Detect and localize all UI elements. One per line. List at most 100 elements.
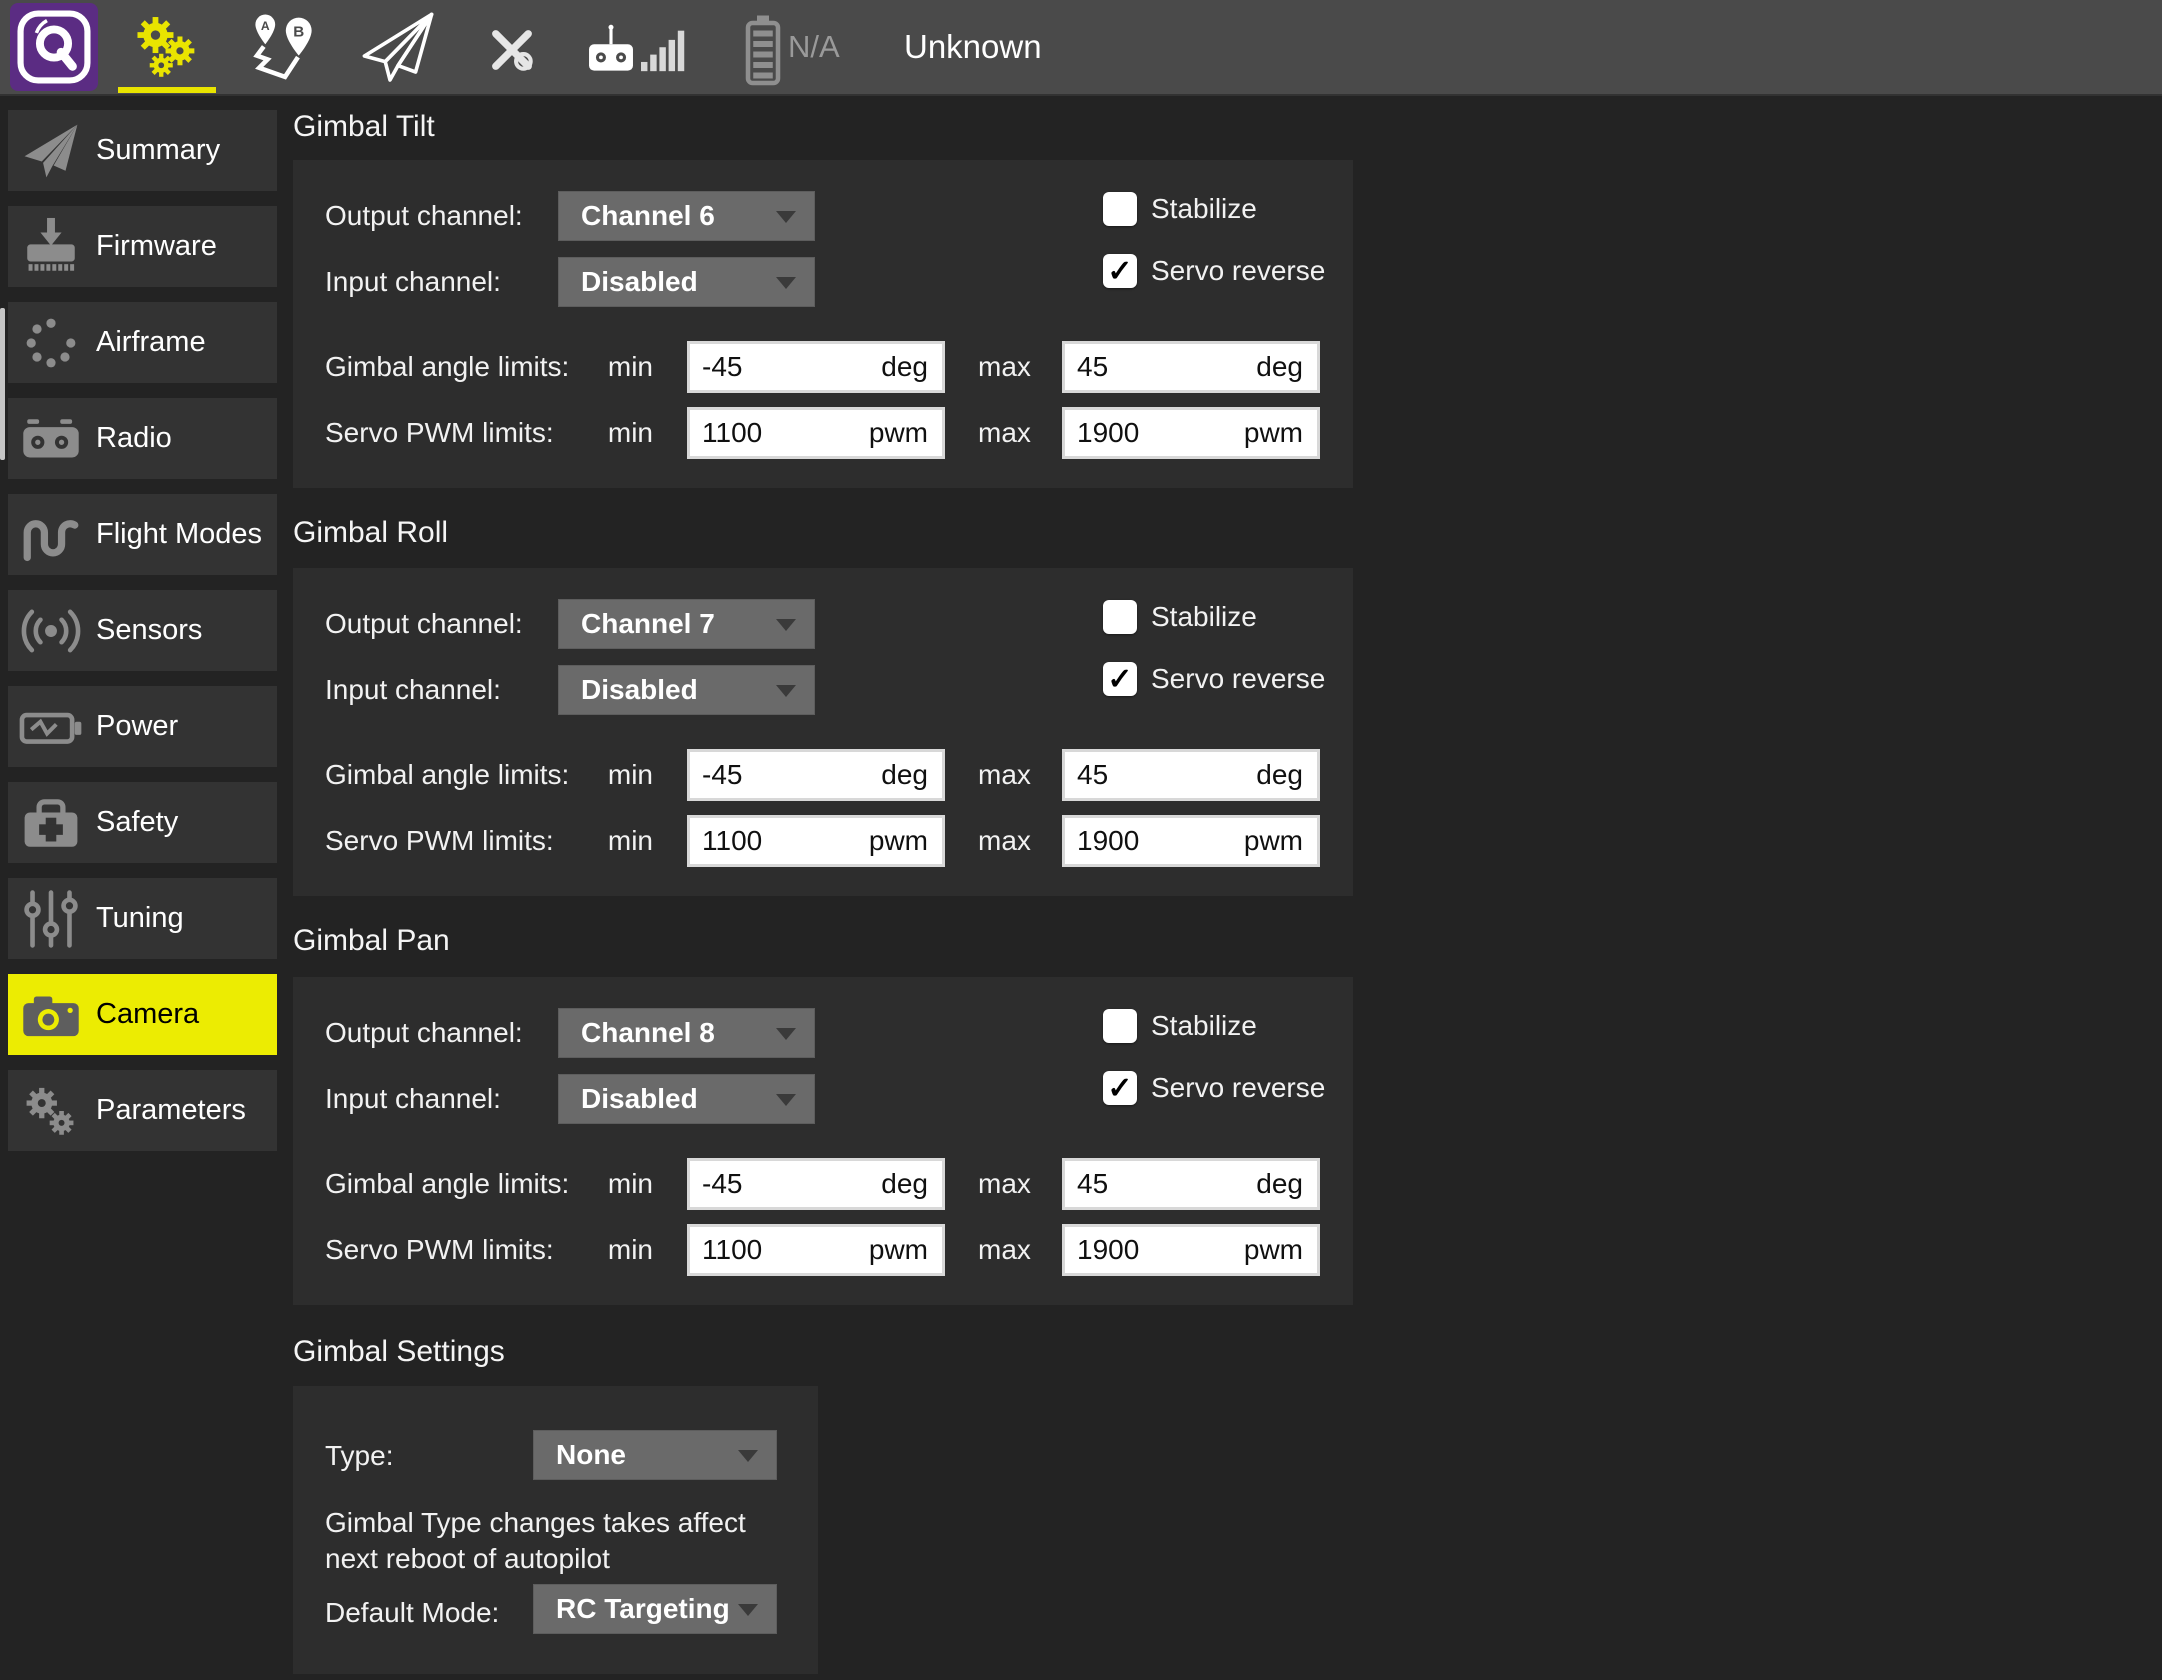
rssi-indicator[interactable] [641, 28, 687, 77]
default-mode-dropdown[interactable]: RC Targeting [533, 1584, 777, 1634]
output-channel-dropdown[interactable]: Channel 6 [558, 191, 815, 241]
max-label: max [978, 759, 1030, 791]
section-title-gimbal-tilt: Gimbal Tilt [293, 110, 435, 144]
rc-transmitter-icon [584, 18, 638, 78]
type-label: Type: [325, 1440, 393, 1472]
gimbal-tilt-panel: Output channel: Channel 6 Input channel:… [293, 160, 1353, 488]
rc-transmitter-icon [18, 406, 84, 472]
servo-pwm-limits-label: Servo PWM limits: [325, 1234, 554, 1266]
field-unit: deg [881, 759, 928, 791]
gimbal-type-dropdown[interactable]: None [533, 1430, 777, 1480]
stabilize-label: Stabilize [1151, 193, 1257, 225]
sidebar-item-label: Airframe [96, 302, 206, 383]
angle-max-field[interactable]: 45 deg [1062, 749, 1320, 801]
sidebar-item-safety[interactable]: Safety [8, 782, 277, 863]
field-unit: deg [1256, 1168, 1303, 1200]
output-channel-dropdown[interactable]: Channel 7 [558, 599, 815, 649]
field-value: 1900 [1077, 825, 1139, 857]
waypoints-a-to-b-icon: A B [244, 8, 320, 88]
sidebar-scrollbar-thumb[interactable] [0, 308, 5, 460]
gimbal-type-note: Gimbal Type changes takes affect next re… [325, 1505, 746, 1577]
pwm-min-field[interactable]: 1100 pwm [687, 407, 945, 459]
sidebar-item-airframe[interactable]: Airframe [8, 302, 277, 383]
pwm-max-field[interactable]: 1900 pwm [1062, 1224, 1320, 1276]
pwm-max-field[interactable]: 1900 pwm [1062, 407, 1320, 459]
dropdown-value: Disabled [581, 1075, 698, 1123]
max-label: max [978, 1168, 1030, 1200]
tab-plan[interactable]: A B [244, 8, 320, 93]
gimbal-settings-panel: Type: None Gimbal Type changes takes aff… [293, 1386, 818, 1674]
field-unit: deg [1256, 351, 1303, 383]
sidebar-item-camera[interactable]: Camera [8, 974, 277, 1055]
input-channel-dropdown[interactable]: Disabled [558, 257, 815, 307]
chevron-down-icon [776, 619, 796, 631]
input-channel-label: Input channel: [325, 266, 501, 298]
min-label: min [593, 759, 653, 791]
sidebar-item-label: Radio [96, 398, 172, 479]
gears-icon [130, 12, 204, 84]
signal-bars-icon [641, 28, 687, 72]
chip-download-icon [18, 214, 84, 280]
dropdown-value: Channel 6 [581, 192, 715, 240]
pwm-min-field[interactable]: 1100 pwm [687, 815, 945, 867]
stabilize-label: Stabilize [1151, 601, 1257, 633]
input-channel-label: Input channel: [325, 674, 501, 706]
section-title-gimbal-pan: Gimbal Pan [293, 924, 450, 958]
dropdown-value: Disabled [581, 666, 698, 714]
field-unit: pwm [869, 417, 928, 449]
servo-reverse-checkbox[interactable]: ✓ [1103, 1071, 1137, 1105]
sidebar-item-tuning[interactable]: Tuning [8, 878, 277, 959]
drone-x-icon[interactable] [486, 24, 538, 81]
sidebar-item-summary[interactable]: Summary [8, 110, 277, 191]
sidebar-item-sensors[interactable]: Sensors [8, 590, 277, 671]
field-unit: pwm [1244, 1234, 1303, 1266]
field-value: 45 [1077, 759, 1108, 791]
stabilize-checkbox[interactable] [1103, 600, 1137, 634]
angle-max-field[interactable]: 45 deg [1062, 1158, 1320, 1210]
sidebar-item-power[interactable]: Power [8, 686, 277, 767]
sidebar-item-firmware[interactable]: Firmware [8, 206, 277, 287]
active-tab-underline [118, 87, 216, 93]
min-label: min [593, 351, 653, 383]
sidebar-item-flight-modes[interactable]: Flight Modes [8, 494, 277, 575]
note-line-2: next reboot of autopilot [325, 1541, 746, 1577]
wave-path-icon [18, 502, 84, 568]
input-channel-dropdown[interactable]: Disabled [558, 665, 815, 715]
servo-reverse-checkbox[interactable]: ✓ [1103, 254, 1137, 288]
tab-fly[interactable] [356, 8, 440, 93]
servo-reverse-checkbox[interactable]: ✓ [1103, 662, 1137, 696]
battery-indicator[interactable] [742, 14, 784, 91]
pwm-min-field[interactable]: 1100 pwm [687, 1224, 945, 1276]
field-unit: deg [1256, 759, 1303, 791]
field-unit: pwm [869, 825, 928, 857]
output-channel-dropdown[interactable]: Channel 8 [558, 1008, 815, 1058]
input-channel-dropdown[interactable]: Disabled [558, 1074, 815, 1124]
svg-text:A: A [261, 19, 270, 33]
min-label: min [593, 825, 653, 857]
field-value: 1900 [1077, 417, 1139, 449]
stabilize-label: Stabilize [1151, 1010, 1257, 1042]
dropdown-value: None [556, 1431, 626, 1479]
svg-text:B: B [293, 24, 304, 41]
rc-transmitter-indicator[interactable] [584, 18, 638, 83]
angle-max-field[interactable]: 45 deg [1062, 341, 1320, 393]
sidebar-item-parameters[interactable]: Parameters [8, 1070, 277, 1151]
chevron-down-icon [738, 1604, 758, 1616]
angle-min-field[interactable]: -45 deg [687, 749, 945, 801]
angle-min-field[interactable]: -45 deg [687, 341, 945, 393]
chevron-down-icon [776, 277, 796, 289]
qgroundcontrol-logo[interactable] [10, 3, 98, 91]
chevron-down-icon [776, 211, 796, 223]
drone-x-glyph [486, 24, 538, 76]
stabilize-checkbox[interactable] [1103, 192, 1137, 226]
max-label: max [978, 417, 1030, 449]
note-line-1: Gimbal Type changes takes affect [325, 1505, 746, 1541]
stabilize-checkbox[interactable] [1103, 1009, 1137, 1043]
tab-vehicle-setup[interactable] [130, 12, 204, 89]
sidebar-item-radio[interactable]: Radio [8, 398, 277, 479]
field-value: 1100 [702, 1234, 762, 1266]
field-unit: pwm [869, 1234, 928, 1266]
angle-min-field[interactable]: -45 deg [687, 1158, 945, 1210]
pwm-max-field[interactable]: 1900 pwm [1062, 815, 1320, 867]
max-label: max [978, 1234, 1030, 1266]
